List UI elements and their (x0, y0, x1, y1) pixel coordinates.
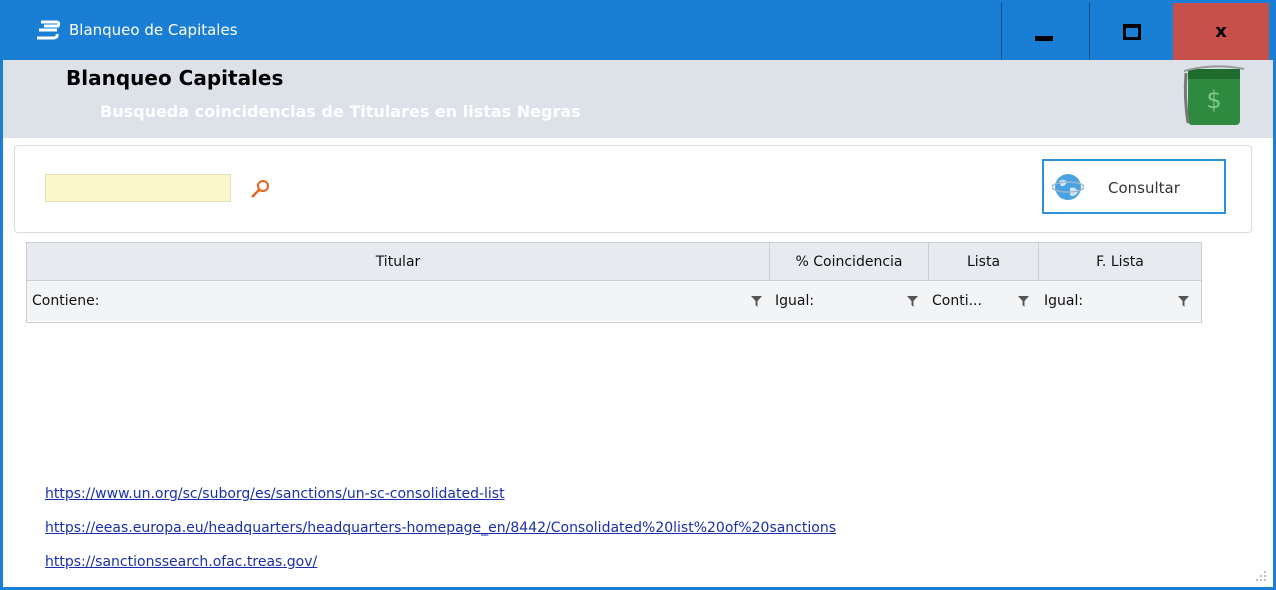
grid-header-row: Titular % Coincidencia Lista F. Lista (27, 243, 1201, 281)
filter-cell-coincidencia[interactable]: Igual: (770, 281, 929, 321)
page-subtitle: Busqueda coincidencias de Titulares en l… (100, 102, 581, 121)
filter-icon[interactable] (751, 296, 762, 307)
resize-grip-icon[interactable] (1255, 570, 1267, 582)
link-un-sanctions[interactable]: https://www.un.org/sc/suborg/es/sanction… (45, 486, 505, 502)
app-window: Blanqueo de Capitales x Blanqueo Capital… (0, 0, 1276, 590)
column-header-coincidencia[interactable]: % Coincidencia (770, 243, 929, 280)
close-icon: x (1215, 21, 1227, 42)
link-ofac-sanctions[interactable]: https://sanctionssearch.ofac.treas.gov/ (45, 554, 317, 570)
svg-text:$: $ (1206, 86, 1221, 114)
page-title: Blanqueo Capitales (66, 66, 284, 90)
filter-icon[interactable] (907, 296, 918, 307)
window-title: Blanqueo de Capitales (69, 21, 238, 39)
filter-cell-titular[interactable]: Contiene: (27, 281, 770, 321)
consultar-label: Consultar (1108, 179, 1180, 197)
close-button[interactable]: x (1173, 3, 1269, 60)
app-logo-icon (37, 20, 61, 40)
link-eeas-sanctions[interactable]: https://eeas.europa.eu/headquarters/head… (45, 520, 836, 536)
column-header-lista[interactable]: Lista (929, 243, 1039, 280)
search-panel: Consultar (14, 145, 1252, 233)
grid-filter-row: Contiene: Igual: Conti... Igual: (27, 281, 1201, 321)
column-header-f-lista[interactable]: F. Lista (1039, 243, 1201, 280)
header-band: Blanqueo Capitales Busqueda coincidencia… (3, 60, 1273, 138)
filter-cell-lista[interactable]: Conti... (929, 281, 1039, 321)
results-grid: Titular % Coincidencia Lista F. Lista Co… (26, 242, 1202, 323)
filter-label-titular: Contiene: (32, 293, 100, 309)
minimize-icon (1035, 36, 1053, 41)
search-icon[interactable] (249, 179, 271, 199)
globe-icon (1052, 174, 1084, 200)
maximize-button[interactable] (1089, 3, 1174, 60)
filter-cell-f-lista[interactable]: Igual: (1039, 281, 1201, 321)
consultar-button[interactable]: Consultar (1042, 159, 1226, 214)
title-bar[interactable]: Blanqueo de Capitales x (3, 3, 1273, 60)
money-bag-icon: $ (1183, 65, 1245, 125)
filter-label-f-lista: Igual: (1044, 293, 1084, 309)
column-header-titular[interactable]: Titular (27, 243, 770, 280)
search-input[interactable] (45, 174, 231, 202)
maximize-icon (1123, 23, 1141, 40)
filter-icon[interactable] (1178, 296, 1189, 307)
minimize-button[interactable] (1001, 3, 1086, 60)
filter-label-coincidencia: Igual: (775, 293, 815, 309)
filter-label-lista: Conti... (932, 293, 982, 309)
filter-icon[interactable] (1018, 296, 1029, 307)
